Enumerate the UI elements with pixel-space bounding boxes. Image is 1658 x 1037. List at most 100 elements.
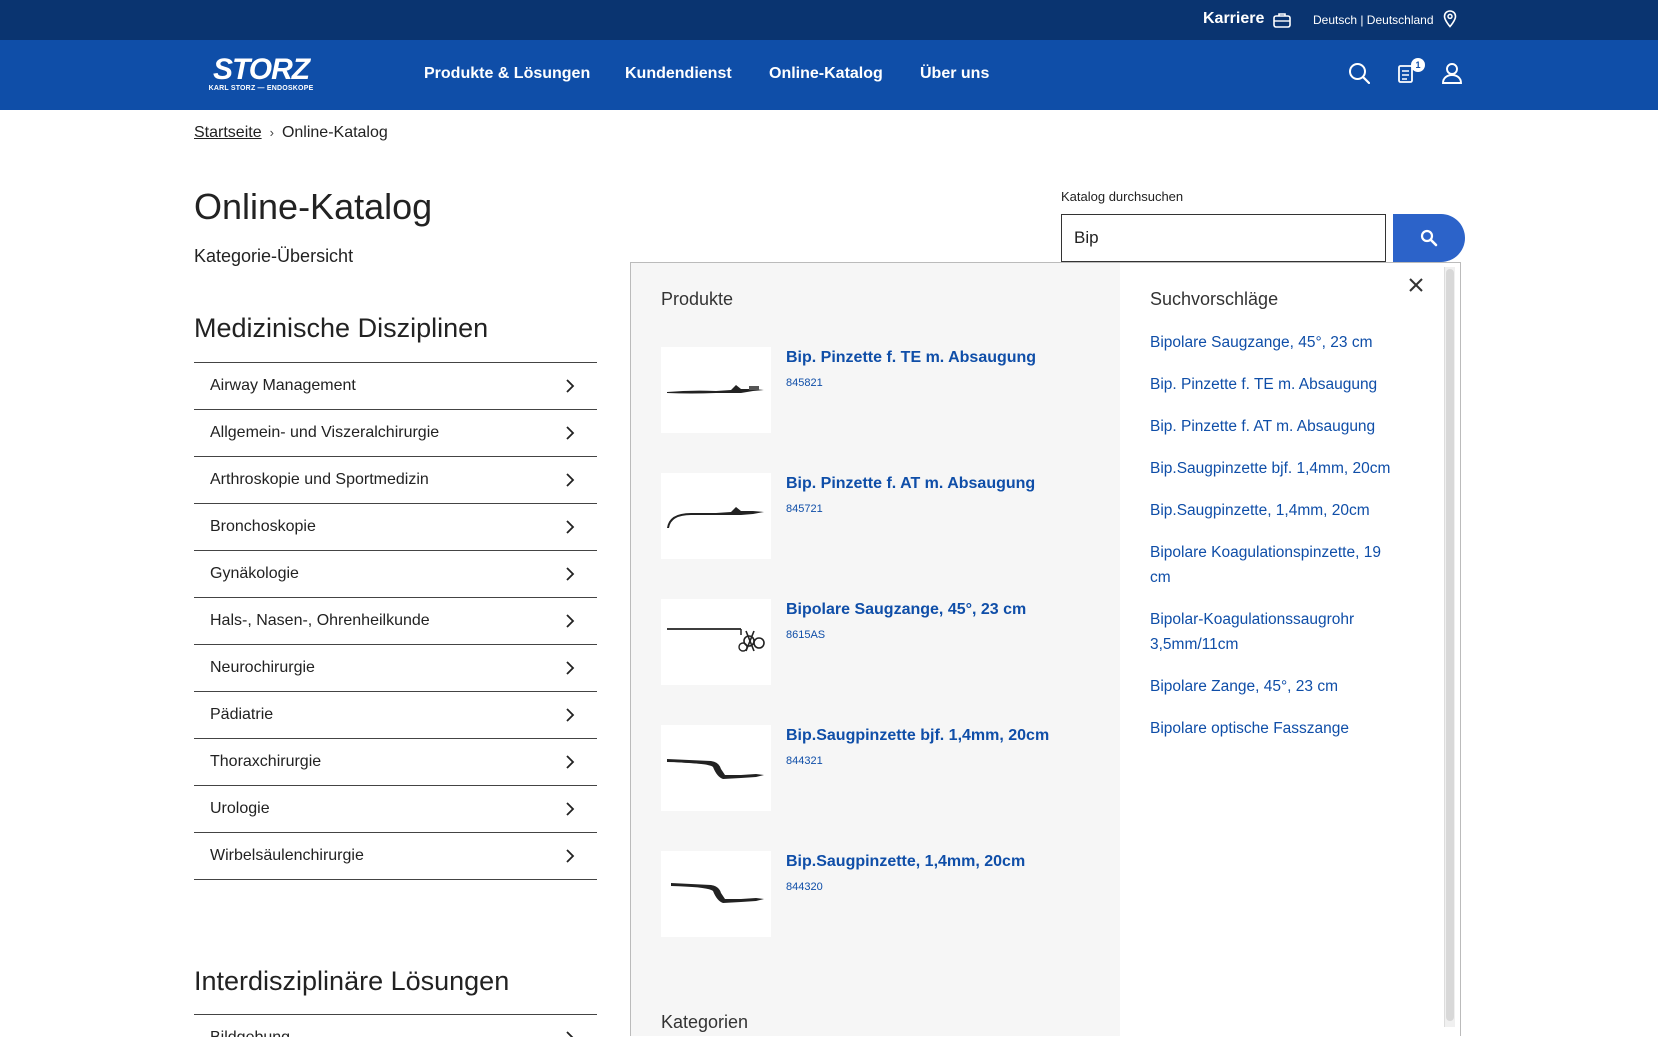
- logo-tagline: KARL STORZ — ENDOSKOPE: [208, 85, 314, 92]
- search-submit-button[interactable]: [1393, 214, 1465, 262]
- product-code: 845821: [786, 377, 823, 389]
- language-selector[interactable]: Deutsch | Deutschland: [1313, 13, 1434, 27]
- product-name[interactable]: Bipolare Saugzange, 45°, 23 cm: [786, 601, 1026, 619]
- disciplines-list: Airway Management Allgemein- und Viszeral…: [194, 362, 597, 880]
- discipline-item-label: Bronchoskopie: [210, 518, 316, 535]
- discipline-item-label: Pädiatrie: [210, 706, 274, 723]
- product-code: 845721: [786, 503, 823, 515]
- interdisciplinary-list[interactable]: Bildgebung: [194, 1014, 597, 1037]
- suggestion-link[interactable]: Bip.Saugpinzette bjf. 1,4mm, 20cm: [1150, 456, 1410, 481]
- product-code: 844320: [786, 881, 823, 893]
- breadcrumb-home-link[interactable]: Startseite: [194, 124, 262, 141]
- discipline-item-label: Airway Management: [210, 377, 356, 394]
- product-result[interactable]: Bip.Saugpinzette bjf. 1,4mm, 20cm 844321: [661, 725, 1101, 811]
- search-suggestions-dropdown: Produkte Bip. Pinzette f. TE m. Absaugun…: [630, 262, 1461, 1036]
- product-thumbnail: [661, 473, 771, 559]
- discipline-item-label: Gynäkologie: [210, 565, 299, 582]
- chevron-right-icon: [566, 614, 575, 628]
- chevron-right-icon: [566, 473, 575, 487]
- dropdown-scrollbar[interactable]: [1444, 267, 1455, 1027]
- suggestion-link[interactable]: Bipolare optische Fasszange: [1150, 716, 1410, 741]
- close-icon[interactable]: [1408, 277, 1424, 298]
- karriere-link[interactable]: Karriere: [1203, 10, 1264, 28]
- search-icon: [1420, 229, 1438, 247]
- discipline-item[interactable]: Bronchoskopie: [194, 504, 597, 551]
- location-pin-icon[interactable]: [1443, 10, 1457, 33]
- briefcase-icon[interactable]: [1273, 12, 1291, 33]
- discipline-item-label: Thoraxchirurgie: [210, 753, 322, 770]
- chevron-right-icon: [566, 802, 575, 816]
- page-title: Online-Katalog: [194, 186, 433, 227]
- search-icon[interactable]: [1348, 62, 1371, 89]
- suggestion-link[interactable]: Bip.Saugpinzette, 1,4mm, 20cm: [1150, 498, 1410, 523]
- nav-produkte-loesungen[interactable]: Produkte & Lösungen: [424, 65, 590, 83]
- suggestion-link[interactable]: Bip. Pinzette f. AT m. Absaugung: [1150, 414, 1410, 439]
- chevron-right-icon: [566, 426, 575, 440]
- discipline-item-label: Neurochirurgie: [210, 659, 315, 676]
- suggestions-heading: Suchvorschläge: [1150, 289, 1279, 309]
- product-thumbnail: [661, 599, 771, 685]
- product-name[interactable]: Bip. Pinzette f. TE m. Absaugung: [786, 349, 1036, 367]
- product-name[interactable]: Bip.Saugpinzette bjf. 1,4mm, 20cm: [786, 727, 1049, 745]
- suggestion-link[interactable]: Bipolare Koagulationspinzette, 19 cm: [1150, 540, 1400, 590]
- nav-online-katalog[interactable]: Online-Katalog: [769, 65, 883, 83]
- nav-kundendienst[interactable]: Kundendienst: [625, 65, 732, 83]
- discipline-item[interactable]: Arthroskopie und Sportmedizin: [194, 457, 597, 504]
- product-name[interactable]: Bip.Saugpinzette, 1,4mm, 20cm: [786, 853, 1025, 871]
- product-result[interactable]: Bip. Pinzette f. TE m. Absaugung 845821: [661, 347, 1101, 433]
- product-result[interactable]: Bipolare Saugzange, 45°, 23 cm 8615AS: [661, 599, 1101, 685]
- chevron-right-icon: [566, 849, 575, 863]
- discipline-item[interactable]: Thoraxchirurgie: [194, 739, 597, 786]
- product-name[interactable]: Bip. Pinzette f. AT m. Absaugung: [786, 475, 1035, 493]
- breadcrumb-separator: ›: [269, 125, 274, 140]
- discipline-item[interactable]: Wirbelsäulenchirurgie: [194, 833, 597, 880]
- suggestion-link[interactable]: Bip. Pinzette f. TE m. Absaugung: [1150, 372, 1410, 397]
- product-thumbnail: [661, 725, 771, 811]
- products-heading: Produkte: [661, 289, 734, 309]
- categories-heading: Kategorien: [661, 1012, 749, 1032]
- product-thumbnail: [661, 851, 771, 937]
- suggestion-link[interactable]: Bipolar-Koagulationssaugrohr 3,5mm/11cm: [1150, 607, 1380, 657]
- nav-ueber-uns[interactable]: Über uns: [920, 65, 989, 83]
- chevron-right-icon: [566, 520, 575, 534]
- disciplines-title: Medizinische Disziplinen: [194, 313, 489, 343]
- chevron-right-icon: [566, 379, 575, 393]
- search-label: Katalog durchsuchen: [1061, 189, 1184, 204]
- breadcrumb: Startseite › Online-Katalog: [194, 124, 388, 142]
- discipline-item[interactable]: Airway Management: [194, 363, 597, 410]
- product-result[interactable]: Bip. Pinzette f. AT m. Absaugung 845721: [661, 473, 1101, 559]
- discipline-item[interactable]: Neurochirurgie: [194, 645, 597, 692]
- discipline-item-label: Wirbelsäulenchirurgie: [210, 847, 364, 864]
- cart-count-badge: 1: [1411, 58, 1425, 72]
- chevron-right-icon: [566, 755, 575, 769]
- interdisciplinary-title: Interdisziplinäre Lösungen: [194, 966, 510, 996]
- user-account-icon[interactable]: [1441, 62, 1463, 89]
- discipline-item[interactable]: Hals-, Nasen-, Ohrenheilkunde: [194, 598, 597, 645]
- top-utility-bar: Karriere Deutsch | Deutschland: [0, 0, 1658, 40]
- chevron-right-icon: [566, 1031, 574, 1037]
- product-code: 844321: [786, 755, 823, 767]
- discipline-item[interactable]: Gynäkologie: [194, 551, 597, 598]
- product-code: 8615AS: [786, 629, 826, 641]
- discipline-item[interactable]: Pädiatrie: [194, 692, 597, 739]
- chevron-right-icon: [566, 567, 575, 581]
- suggestion-link[interactable]: Bipolare Saugzange, 45°, 23 cm: [1150, 330, 1410, 355]
- logo-wordmark: STORZ: [212, 53, 310, 86]
- suggestion-link[interactable]: Bipolare Zange, 45°, 23 cm: [1150, 674, 1410, 699]
- chevron-right-icon: [566, 708, 575, 722]
- breadcrumb-current: Online-Katalog: [281, 124, 388, 141]
- discipline-item[interactable]: Allgemein- und Viszeralchirurgie: [194, 410, 597, 457]
- scrollbar-thumb[interactable]: [1446, 269, 1454, 1021]
- page-subtitle: Kategorie-Übersicht: [194, 246, 354, 266]
- main-navigation: STORZ KARL STORZ — ENDOSKOPE Produkte & …: [0, 40, 1658, 110]
- storz-logo[interactable]: STORZ KARL STORZ — ENDOSKOPE: [206, 53, 316, 93]
- product-result[interactable]: Bip.Saugpinzette, 1,4mm, 20cm 844320: [661, 851, 1101, 937]
- products-panel: Produkte Bip. Pinzette f. TE m. Absaugun…: [631, 263, 1120, 1036]
- discipline-item[interactable]: Urologie: [194, 786, 597, 833]
- discipline-item-label: Urologie: [210, 800, 270, 817]
- discipline-item-label: Allgemein- und Viszeralchirurgie: [210, 424, 440, 441]
- product-thumbnail: [661, 347, 771, 433]
- catalog-search-input[interactable]: [1061, 214, 1386, 262]
- chevron-right-icon: [566, 661, 575, 675]
- discipline-item-label: Arthroskopie und Sportmedizin: [210, 471, 429, 488]
